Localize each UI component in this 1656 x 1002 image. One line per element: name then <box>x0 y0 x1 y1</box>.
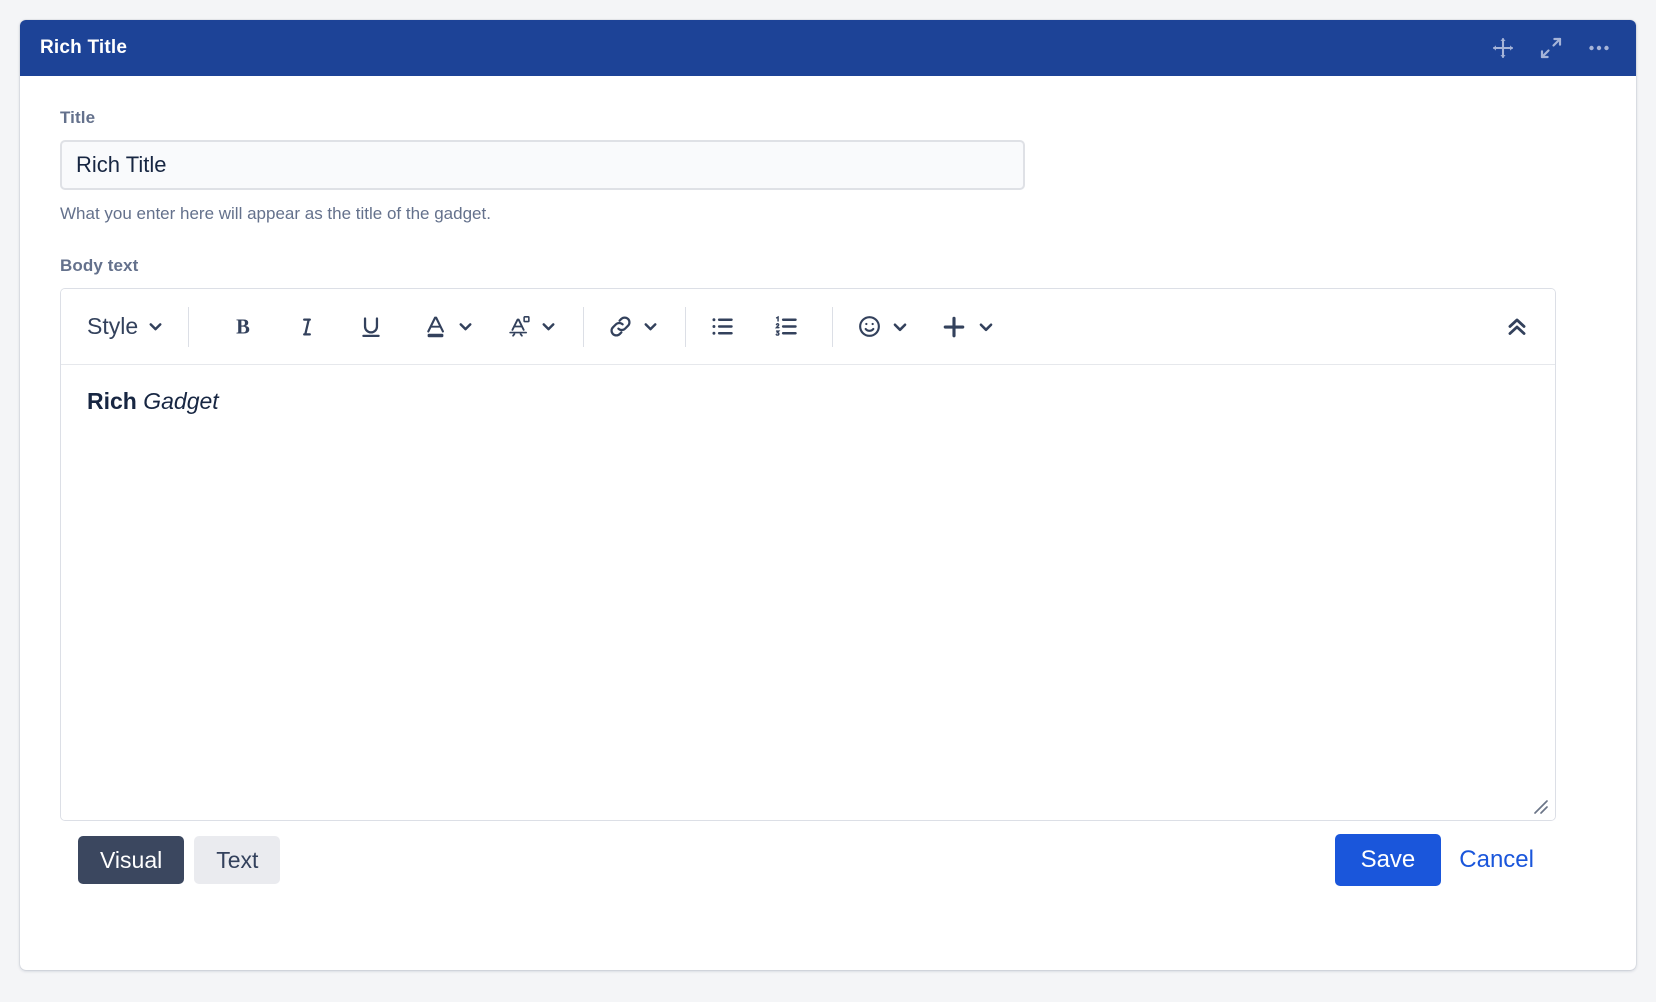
expand-icon[interactable] <box>1538 35 1564 61</box>
svg-text:B: B <box>236 316 250 338</box>
chevron-down-icon[interactable] <box>977 318 995 336</box>
insert-more-control[interactable] <box>933 305 995 349</box>
link-button[interactable] <box>600 305 640 349</box>
toolbar-separator <box>583 306 585 347</box>
gadget-body: Title What you enter here will appear as… <box>20 76 1636 899</box>
text-color-button[interactable] <box>415 305 455 349</box>
text-highlight-control[interactable] <box>498 305 557 349</box>
mode-text-button[interactable]: Text <box>194 836 281 884</box>
text-color-control[interactable] <box>415 305 474 349</box>
editor-toolbar: Style B <box>61 289 1555 365</box>
italic-button[interactable] <box>287 305 327 349</box>
gadget-titlebar-actions <box>1490 35 1612 61</box>
chevron-down-icon[interactable] <box>457 318 474 335</box>
emoji-control[interactable] <box>849 305 909 349</box>
editor-content-area[interactable]: Rich Gadget <box>61 365 1555 820</box>
toolbar-separator <box>188 306 190 347</box>
title-help-text: What you enter here will appear as the t… <box>60 204 491 223</box>
gadget-titlebar: Rich Title <box>20 20 1636 76</box>
style-dropdown[interactable]: Style <box>83 305 172 349</box>
mode-visual-button[interactable]: Visual <box>78 836 185 884</box>
cancel-button[interactable]: Cancel <box>1459 846 1534 874</box>
gadget-card: Rich Title Title Rich Title What you ent… <box>20 20 1636 970</box>
move-icon[interactable] <box>1490 35 1516 61</box>
gadget-title: Rich Title <box>40 37 128 58</box>
more-options-icon[interactable] <box>1586 35 1612 61</box>
editor-resize-handle[interactable] <box>1531 797 1549 815</box>
underline-button[interactable] <box>351 305 391 349</box>
plus-icon[interactable] <box>933 305 975 349</box>
editor-footer: Visual Text Save Cancel <box>60 821 1556 899</box>
style-dropdown-label: Style <box>87 313 139 339</box>
rich-text-editor: Style B Rich Gadget <box>60 288 1556 821</box>
save-button[interactable]: Save <box>1334 834 1442 886</box>
chevron-down-icon <box>147 318 164 335</box>
title-input[interactable] <box>60 140 1025 190</box>
chevron-down-icon[interactable] <box>642 318 659 335</box>
emoji-icon[interactable] <box>849 305 889 349</box>
editor-italic-word: Gadget <box>143 388 219 414</box>
text-highlight-button[interactable] <box>498 305 538 349</box>
toolbar-separator <box>832 306 834 347</box>
collapse-toolbar-button[interactable] <box>1497 305 1537 349</box>
toolbar-separator <box>685 306 687 347</box>
editor-paragraph: Rich Gadget <box>87 387 1529 417</box>
footer-actions: Save Cancel <box>1334 834 1552 886</box>
numbered-list-button[interactable] <box>766 305 806 349</box>
body-text-label: Body text <box>60 256 139 275</box>
editor-bold-word: Rich <box>87 388 137 414</box>
title-field-label: Title <box>60 108 96 127</box>
link-control[interactable] <box>600 305 659 349</box>
bulleted-list-button[interactable] <box>702 305 742 349</box>
chevron-down-icon[interactable] <box>540 318 557 335</box>
chevron-down-icon[interactable] <box>891 318 909 336</box>
bold-button[interactable]: B <box>223 305 263 349</box>
